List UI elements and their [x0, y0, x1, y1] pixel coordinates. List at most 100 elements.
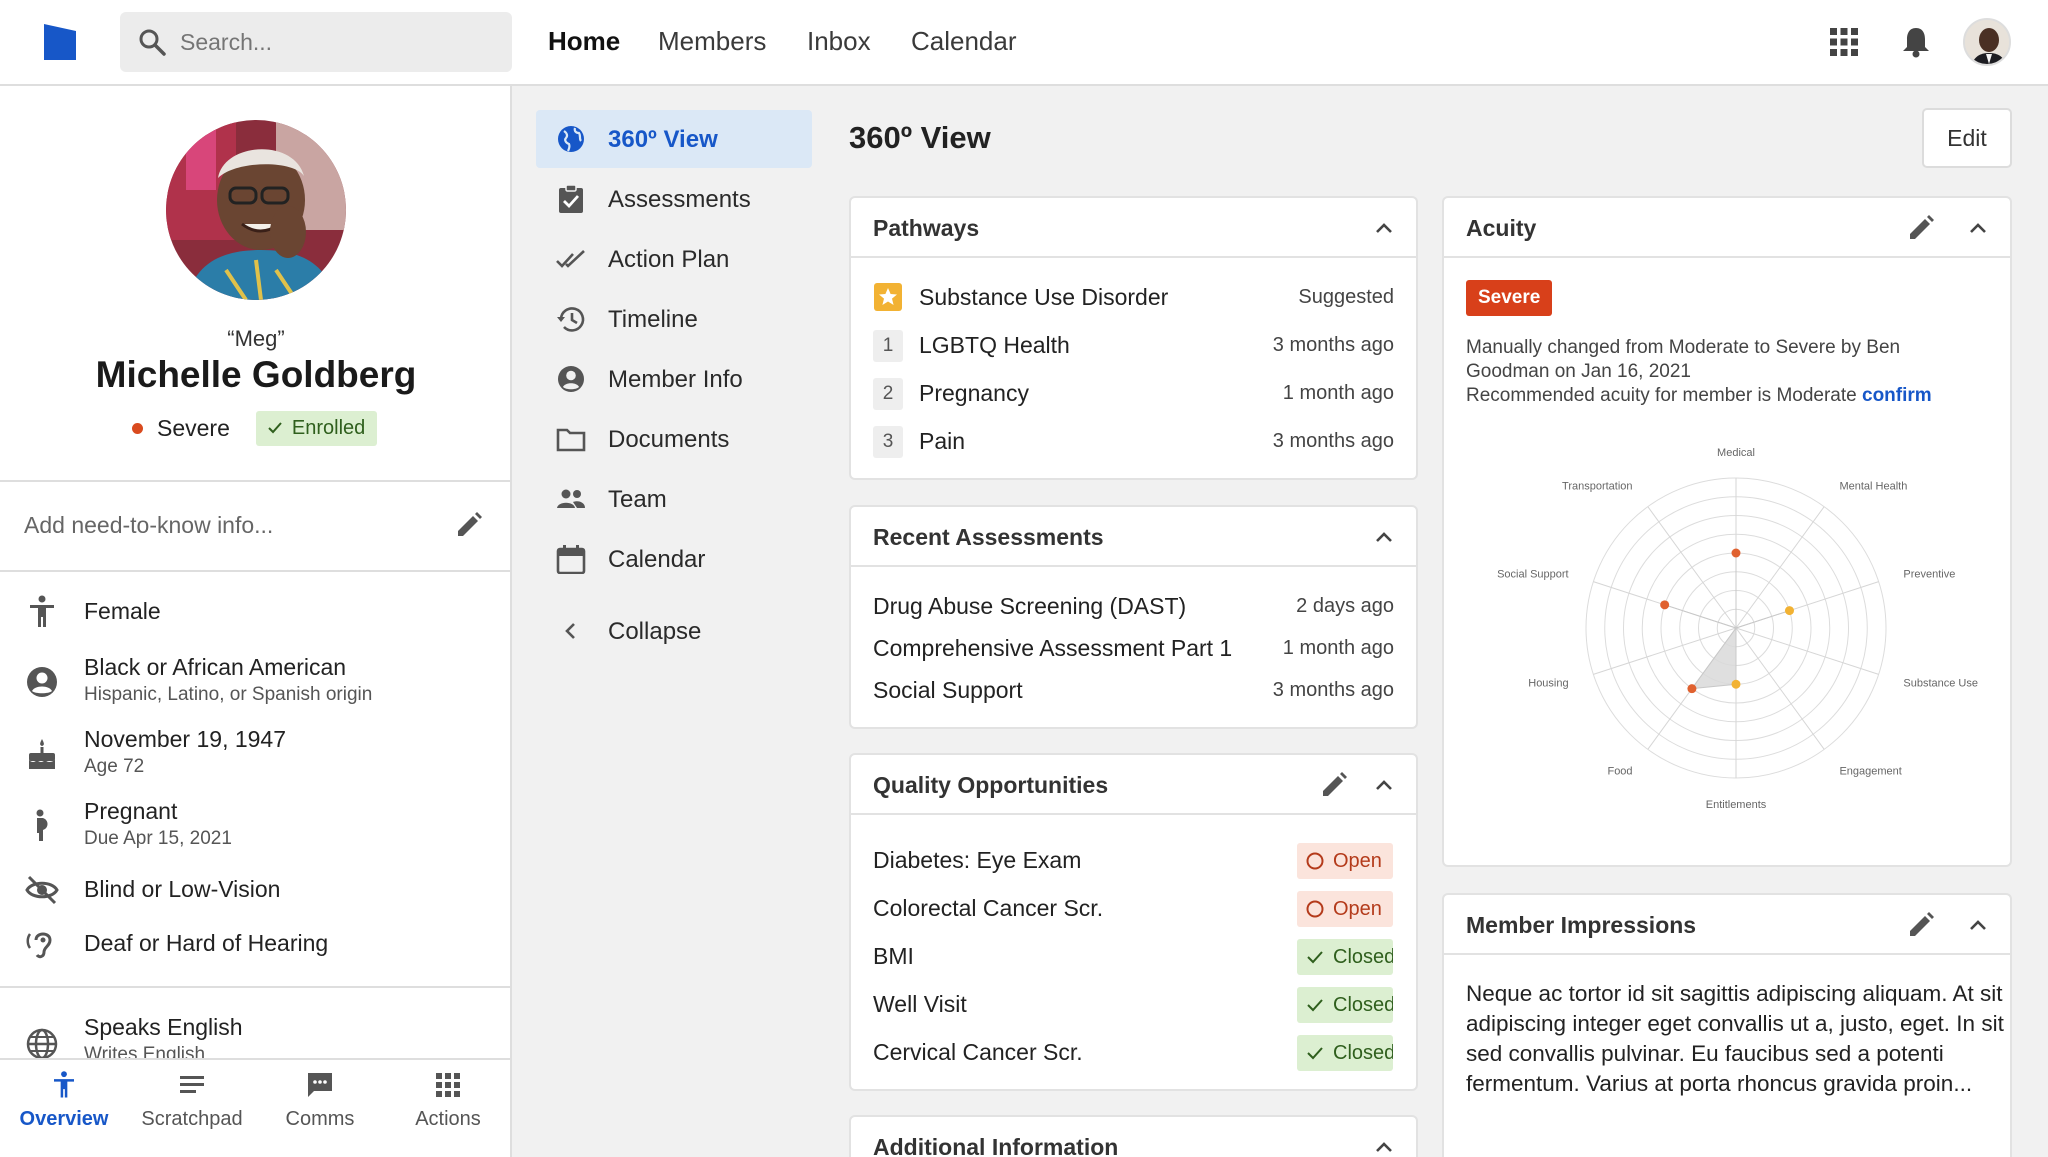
people-icon — [557, 489, 585, 508]
globe-icon — [558, 126, 584, 152]
acuity-radar-chart: Medical Mental Health Preventive Substance … — [1497, 447, 1978, 811]
top-bar: Search... Home Members Inbox Calendar — [0, 0, 2048, 86]
acuity-description: Manually changed from Moderate to Severe… — [1466, 336, 1986, 408]
pathway-row[interactable]: 3 Pain 3 months ago — [851, 422, 1416, 462]
nav-item-team[interactable]: Team — [536, 470, 812, 528]
radar-axis-label: Social Support — [1497, 569, 1569, 581]
pathway-label: LGBTQ Health — [919, 332, 1070, 358]
check-icon — [1307, 1047, 1323, 1060]
quality-row[interactable]: Well Visit Closed — [851, 985, 1416, 1025]
chevron-up-icon[interactable] — [1370, 523, 1398, 551]
acuity-change-text: Manually changed from Moderate to Severe… — [1466, 337, 1901, 382]
card-header: Quality Opportunities — [851, 755, 1416, 815]
member-sidebar: “Meg” Michelle Goldberg Severe Enrolled … — [0, 86, 512, 1157]
nav-item-calendar[interactable]: Calendar — [536, 530, 812, 588]
pencil-icon[interactable] — [454, 510, 484, 540]
demographic-main: November 19, 1947 — [84, 726, 287, 752]
pathway-time: 3 months ago — [1272, 334, 1394, 356]
member-nickname: “Meg” — [227, 326, 285, 351]
tab-actions[interactable]: Actions — [384, 1070, 512, 1131]
nav-item-action-plan[interactable]: Action Plan — [536, 230, 812, 288]
status-label: Closed — [1333, 945, 1393, 968]
quality-row[interactable]: Cervical Cancer Scr. Closed — [851, 1033, 1416, 1073]
confirm-link[interactable]: confirm — [1862, 385, 1932, 406]
tab-inbox[interactable]: Inbox — [807, 26, 871, 57]
nav-item-documents[interactable]: Documents — [536, 410, 812, 468]
tab-label: Actions — [415, 1108, 481, 1130]
tab-label: Scratchpad — [141, 1108, 243, 1130]
pathway-time: 1 month ago — [1282, 382, 1394, 404]
bell-icon[interactable] — [1898, 24, 1934, 60]
tab-scratchpad[interactable]: Scratchpad — [128, 1070, 256, 1131]
quality-row[interactable]: BMI Closed — [851, 937, 1416, 977]
edit-button[interactable]: Edit — [1922, 108, 2012, 168]
severity-label: Severe — [157, 414, 230, 441]
quality-row[interactable]: Diabetes: Eye Exam Open — [851, 841, 1416, 881]
nav-item-timeline[interactable]: Timeline — [536, 290, 812, 348]
user-avatar-image — [1965, 20, 2009, 64]
pathway-label: Pain — [919, 428, 966, 454]
chevron-up-icon[interactable] — [1370, 771, 1398, 799]
card-title: Pathways — [873, 215, 980, 241]
pathway-row[interactable]: 1 LGBTQ Health 3 months ago — [851, 326, 1416, 366]
card-header: Recent Assessments — [851, 507, 1416, 567]
need-to-know-input[interactable]: Add need-to-know info... — [24, 512, 273, 539]
nav-item-member-info[interactable]: Member Info — [536, 350, 812, 408]
quality-row[interactable]: Colorectal Cancer Scr. Open — [851, 889, 1416, 929]
tab-comms[interactable]: Comms — [256, 1070, 384, 1131]
nav-item-360-view[interactable]: 360º View — [536, 110, 812, 168]
user-avatar[interactable] — [1963, 18, 2011, 66]
chevron-up-icon[interactable] — [1964, 214, 1992, 242]
pencil-icon[interactable] — [1319, 770, 1349, 800]
assessment-time: 3 months ago — [1272, 679, 1394, 701]
tab-home[interactable]: Home — [548, 26, 620, 57]
pathway-time: 3 months ago — [1272, 430, 1394, 452]
pathway-row[interactable]: Substance Use Disorder Suggested — [851, 278, 1416, 318]
assessment-row[interactable]: Drug Abuse Screening (DAST) 2 days ago — [851, 587, 1416, 627]
bottom-tab-bar: Overview Scratchpad Comms Actions — [0, 1058, 512, 1157]
assessment-row[interactable]: Comprehensive Assessment Part 1 1 month … — [851, 629, 1416, 669]
nav-item-collapse[interactable]: Collapse — [536, 602, 812, 660]
pathways-card: Pathways Substance Use Disorder Suggeste… — [849, 196, 1418, 480]
pencil-icon[interactable] — [1906, 910, 1936, 940]
tab-calendar[interactable]: Calendar — [911, 26, 1017, 57]
pathway-row[interactable]: 2 Pregnancy 1 month ago — [851, 374, 1416, 414]
chat-icon — [308, 1073, 332, 1097]
assessment-row[interactable]: Social Support 3 months ago — [851, 671, 1416, 711]
divider — [0, 480, 510, 482]
demographic-sub: Due Apr 15, 2021 — [84, 828, 232, 849]
pencil-icon[interactable] — [1906, 213, 1936, 243]
card-header: Additional Information — [851, 1117, 1416, 1157]
nav-item-assessments[interactable]: Assessments — [536, 170, 812, 228]
apps-grid-icon[interactable] — [1826, 24, 1862, 60]
status-badge-open: Open — [1297, 891, 1393, 927]
pathway-label: Substance Use Disorder — [919, 284, 1169, 310]
chevron-up-icon[interactable] — [1370, 1133, 1398, 1157]
radar-point — [1731, 679, 1741, 689]
assessment-label: Comprehensive Assessment Part 1 — [873, 635, 1233, 661]
radar-axis-label: Medical — [1717, 447, 1755, 459]
nav-label: 360º View — [608, 126, 718, 153]
rank-badge: 1 — [873, 330, 903, 362]
chevron-up-icon[interactable] — [1964, 911, 1992, 939]
tab-overview[interactable]: Overview — [0, 1070, 128, 1131]
circle-outline-icon — [1306, 852, 1324, 870]
radar-point — [1784, 606, 1794, 616]
app-logo[interactable] — [42, 22, 78, 62]
quality-label: Colorectal Cancer Scr. — [873, 895, 1104, 921]
search-input[interactable]: Search... — [180, 29, 272, 56]
tab-members[interactable]: Members — [658, 26, 766, 57]
severity-dot — [132, 422, 143, 434]
nav-label: Timeline — [608, 306, 698, 333]
chevron-up-icon[interactable] — [1370, 214, 1398, 242]
search-bar[interactable]: Search... — [120, 12, 512, 72]
status-label: Closed — [1333, 1041, 1393, 1064]
divider — [0, 986, 510, 988]
member-status-row: Severe Enrolled — [132, 410, 378, 446]
notes-icon — [180, 1076, 204, 1093]
account-circle-icon — [27, 667, 57, 697]
double-check-icon — [556, 250, 585, 268]
radar-axis-label: Preventive — [1903, 569, 1955, 581]
accessibility-icon — [30, 595, 54, 627]
nav-label: Documents — [608, 426, 730, 453]
